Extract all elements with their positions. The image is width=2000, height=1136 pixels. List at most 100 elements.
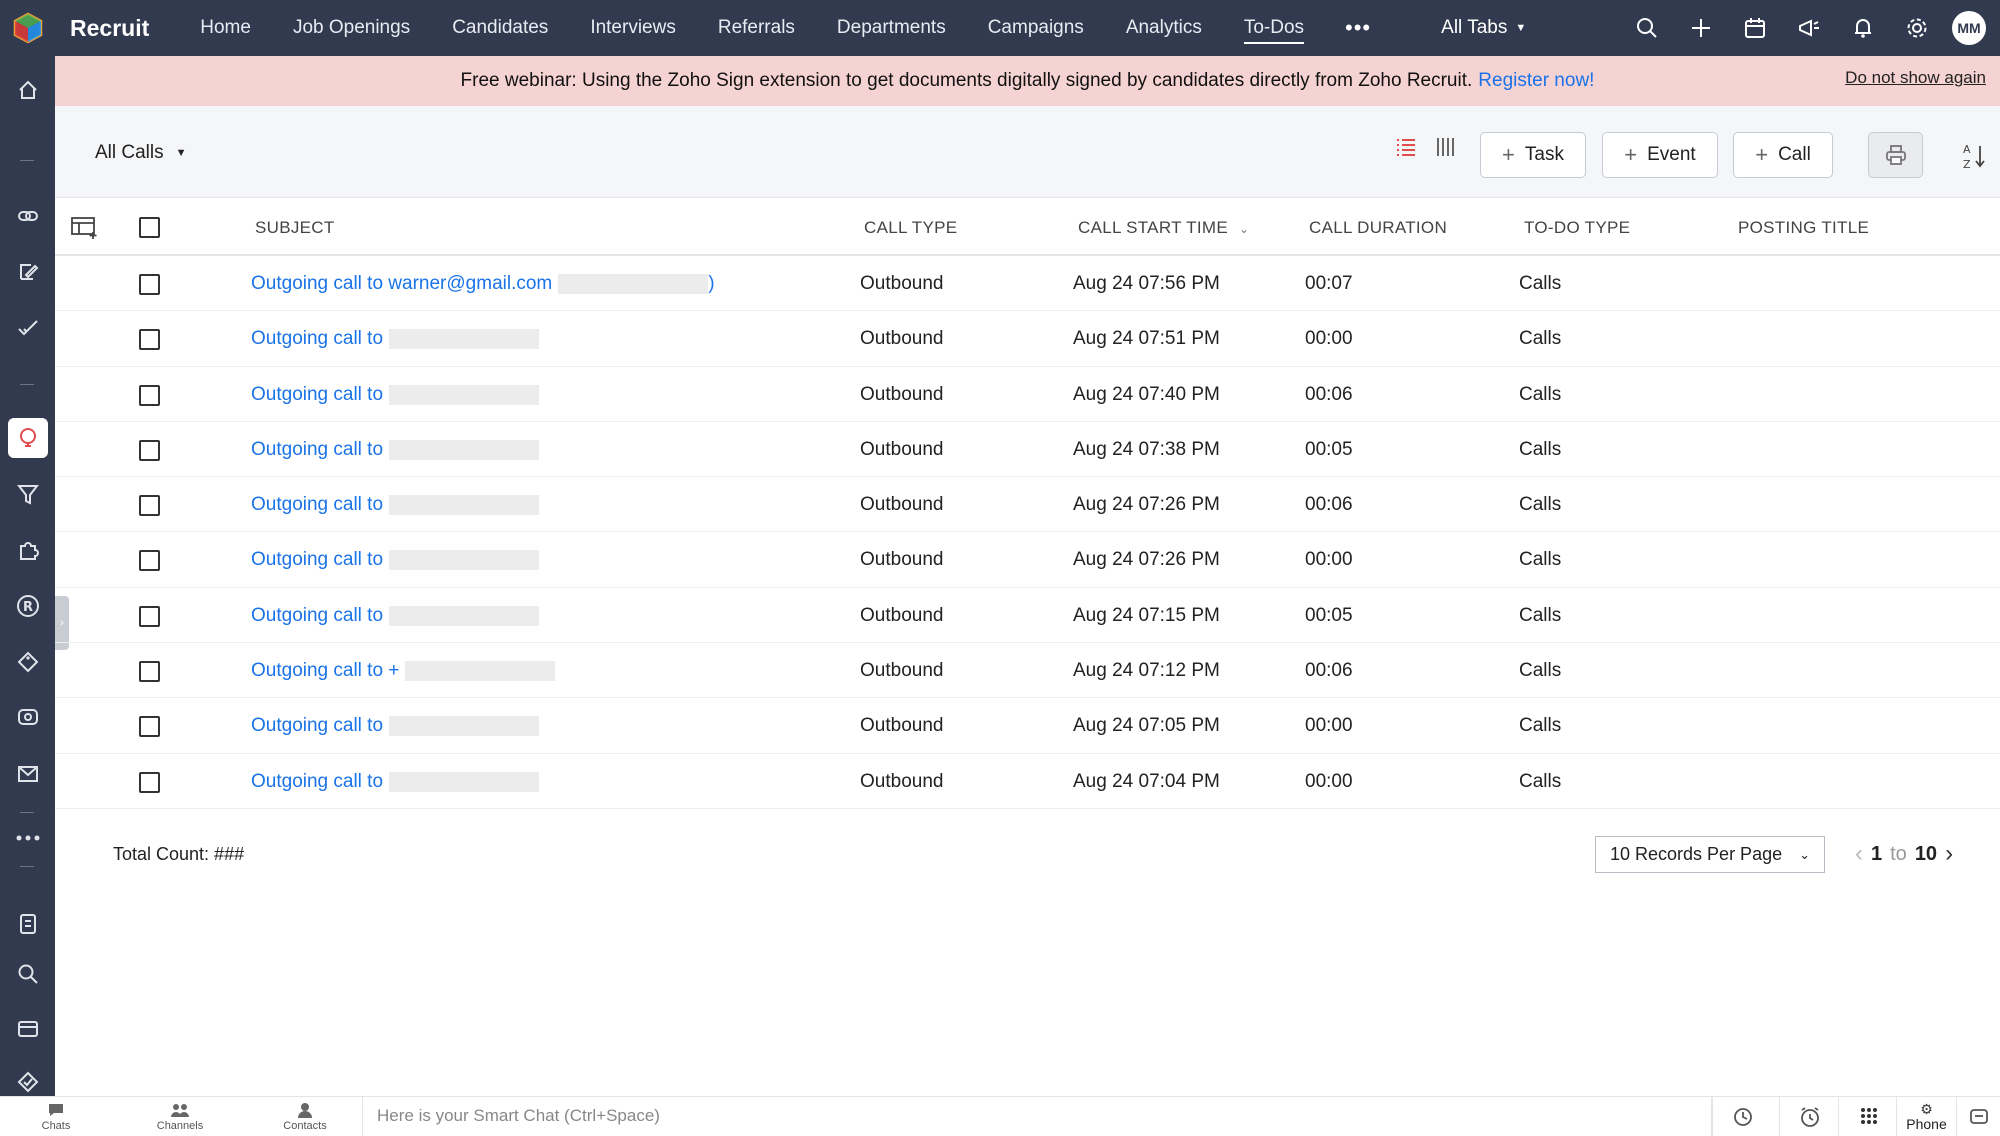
table-row[interactable]: Outgoing call to Outbound Aug 24 07:05 P… (55, 698, 2000, 754)
alarm-clock-icon[interactable] (1779, 1097, 1839, 1136)
call-subject-link[interactable]: Outgoing call to (251, 384, 540, 406)
user-avatar[interactable]: MM (1952, 11, 1986, 45)
records-per-page-select[interactable]: 10 Records Per Page ⌄ (1595, 836, 1825, 873)
all-tabs-dropdown[interactable]: All Tabs ▼ (1441, 17, 1526, 39)
home-icon[interactable] (0, 68, 55, 112)
column-header-posting-title[interactable]: POSTING TITLE (1738, 218, 1869, 238)
table-row[interactable]: Outgoing call to Outbound Aug 24 07:15 P… (55, 588, 2000, 644)
select-all-checkbox[interactable] (139, 217, 160, 238)
call-subject-link[interactable]: Outgoing call to (251, 715, 540, 737)
table-row[interactable]: Outgoing call to Outbound Aug 24 07:26 P… (55, 477, 2000, 533)
row-checkbox[interactable] (139, 274, 160, 295)
nav-home[interactable]: Home (179, 0, 272, 56)
row-checkbox[interactable] (139, 605, 160, 627)
column-header-todo-type[interactable]: TO-DO TYPE (1524, 218, 1630, 238)
view-selector-dropdown[interactable]: All Calls ▼ (95, 142, 187, 164)
nav-todos[interactable]: To-Dos (1223, 0, 1325, 56)
nav-candidates[interactable]: Candidates (431, 0, 569, 56)
notification-bell-icon[interactable] (1836, 0, 1890, 56)
calendar-icon[interactable] (1728, 0, 1782, 56)
register-now-link[interactable]: Register now! (1478, 70, 1594, 92)
call-subject-link[interactable]: Outgoing call to (251, 494, 540, 516)
chevron-down-icon: ⌄ (1799, 846, 1810, 862)
call-subject-link[interactable]: Outgoing call to warner@gmail.com) (251, 273, 715, 295)
dialpad-icon[interactable] (1838, 1097, 1898, 1136)
table-row[interactable]: Outgoing call to Outbound Aug 24 07:26 P… (55, 532, 2000, 588)
search-icon[interactable] (1620, 0, 1674, 56)
list-view-icon[interactable] (1395, 136, 1417, 163)
row-checkbox[interactable] (139, 329, 160, 351)
nav-analytics[interactable]: Analytics (1105, 0, 1223, 56)
add-icon[interactable] (1674, 0, 1728, 56)
do-not-show-again-link[interactable]: Do not show again (1845, 68, 1986, 88)
wallet-icon[interactable] (0, 1006, 55, 1050)
call-subject-link[interactable]: Outgoing call to (251, 328, 540, 350)
call-subject-link[interactable]: Outgoing call to + (251, 660, 556, 682)
sidebar-item-active[interactable] (0, 416, 55, 460)
document-icon[interactable] (0, 902, 55, 946)
channels-button[interactable]: Channels (140, 1100, 220, 1132)
zoho-logo-icon[interactable] (0, 0, 56, 56)
add-event-button[interactable]: + Event (1602, 132, 1718, 178)
column-settings-icon[interactable] (71, 216, 99, 245)
call-subject-link[interactable]: Outgoing call to (251, 605, 540, 627)
banner-text: Free webinar: Using the Zoho Sign extens… (460, 70, 1473, 91)
table-row[interactable]: Outgoing call to Outbound Aug 24 07:38 P… (55, 422, 2000, 478)
more-dots-icon[interactable] (0, 816, 55, 860)
redacted-value (405, 661, 556, 682)
referral-r-icon[interactable]: R (0, 584, 55, 628)
row-checkbox[interactable] (139, 439, 160, 461)
print-button[interactable] (1868, 132, 1923, 178)
add-task-button[interactable]: + Task (1480, 132, 1586, 178)
column-header-subject[interactable]: SUBJECT (255, 218, 335, 238)
kanban-view-icon[interactable] (1435, 136, 1457, 163)
row-checkbox[interactable] (139, 384, 160, 406)
table-row[interactable]: Outgoing call to + Outbound Aug 24 07:12… (55, 643, 2000, 699)
chat-bubble-icon[interactable] (0, 696, 55, 740)
nav-more-button[interactable]: ••• (1325, 15, 1391, 41)
call-subject-link[interactable]: Outgoing call to (251, 771, 540, 793)
smart-chat-input[interactable]: Here is your Smart Chat (Ctrl+Space) (362, 1097, 1712, 1136)
nav-interviews[interactable]: Interviews (569, 0, 697, 56)
nav-job-openings[interactable]: Job Openings (272, 0, 431, 56)
table-row[interactable]: Outgoing call to warner@gmail.com) Outbo… (55, 256, 2000, 312)
column-header-call-start-time[interactable]: CALL START TIME ⌄ (1078, 218, 1249, 238)
link-icon[interactable] (0, 194, 55, 238)
phone-settings-button[interactable]: ⚙ Phone (1896, 1097, 1956, 1136)
filter-funnel-icon[interactable] (0, 472, 55, 516)
call-subject-link[interactable]: Outgoing call to (251, 549, 540, 571)
row-checkbox[interactable] (139, 550, 160, 572)
row-checkbox[interactable] (139, 771, 160, 793)
nav-campaigns[interactable]: Campaigns (967, 0, 1105, 56)
tag-icon[interactable] (0, 640, 55, 684)
puzzle-icon[interactable] (0, 528, 55, 572)
table-row[interactable]: Outgoing call to Outbound Aug 24 07:51 P… (55, 311, 2000, 367)
todo-type-cell: Calls (1519, 438, 1562, 460)
contacts-button[interactable]: Contacts (265, 1100, 345, 1132)
column-header-call-duration[interactable]: CALL DURATION (1309, 218, 1447, 238)
announcement-icon[interactable] (1782, 0, 1836, 56)
call-subject-link[interactable]: Outgoing call to (251, 439, 540, 461)
next-page-chevron-icon[interactable]: › (1945, 840, 1953, 868)
search-settings-icon[interactable] (0, 952, 55, 996)
table-row[interactable]: Outgoing call to Outbound Aug 24 07:40 P… (55, 367, 2000, 422)
checkmark-icon[interactable] (0, 306, 55, 350)
table-row[interactable]: Outgoing call to Outbound Aug 24 07:04 P… (55, 754, 2000, 809)
mail-icon[interactable] (0, 752, 55, 796)
add-call-button[interactable]: + Call (1733, 132, 1833, 178)
row-checkbox[interactable] (139, 661, 160, 683)
sort-az-icon[interactable]: AZ (1955, 138, 1995, 174)
redacted-value (558, 273, 709, 294)
settings-gear-icon[interactable] (1890, 0, 1944, 56)
nav-referrals[interactable]: Referrals (697, 0, 816, 56)
chat-window-icon[interactable] (1956, 1097, 2000, 1136)
previous-page-chevron-icon[interactable]: ‹ (1855, 840, 1863, 868)
nav-departments[interactable]: Departments (816, 0, 967, 56)
column-header-call-type[interactable]: CALL TYPE (864, 218, 957, 238)
left-sidebar: R (0, 56, 55, 1096)
row-checkbox[interactable] (139, 495, 160, 517)
row-checkbox[interactable] (139, 716, 160, 738)
edit-document-icon[interactable] (0, 250, 55, 294)
history-clock-icon[interactable] (1712, 1097, 1772, 1136)
chats-button[interactable]: Chats (16, 1100, 96, 1132)
